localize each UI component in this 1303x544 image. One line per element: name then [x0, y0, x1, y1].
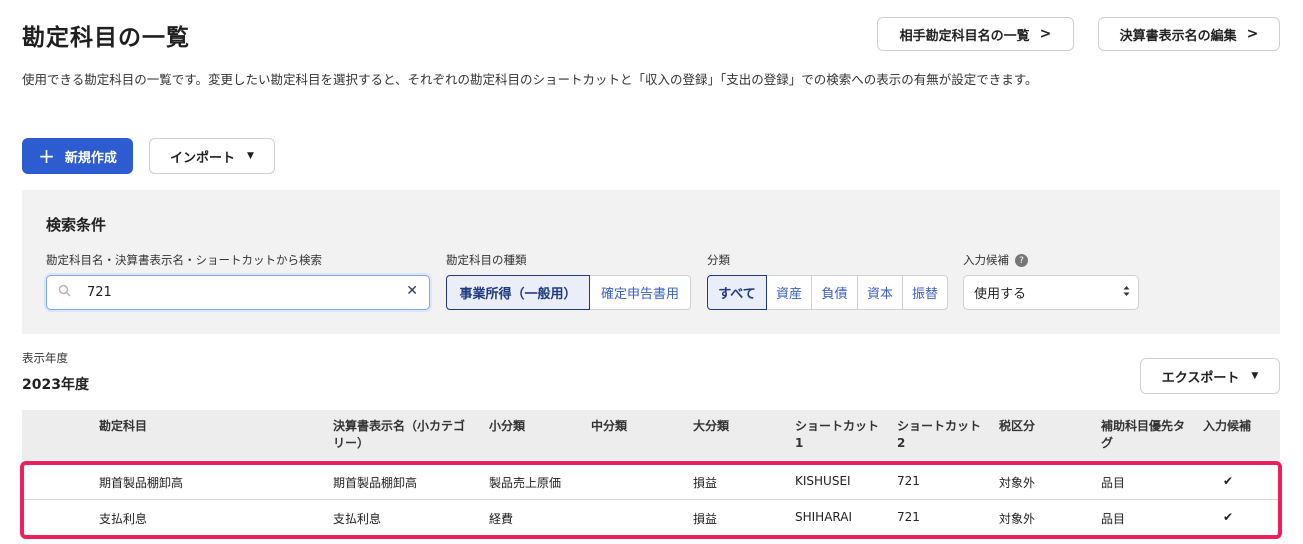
page-title: 勘定科目の一覧 — [22, 25, 190, 51]
export-label: エクスポート — [1161, 370, 1240, 386]
import-label: インポート — [170, 150, 236, 166]
category-option-all[interactable]: すべて — [707, 275, 767, 310]
category-option-assets[interactable]: 資産 — [766, 275, 812, 310]
column-header-shortcut1[interactable]: ショートカット1 — [795, 418, 881, 452]
table-header: 勘定科目 決算書表示名（小カテゴリー） 小分類 中分類 大分類 ショートカット1… — [22, 410, 1280, 460]
input-candidate-label-wrap: 入力候補? — [963, 252, 1028, 268]
column-header-tax[interactable]: 税区分 — [999, 418, 1035, 435]
account-type-label: 勘定科目の種類 — [446, 253, 527, 267]
display-year-value: 2023年度 — [22, 377, 89, 393]
caret-down-icon: ▼ — [1251, 371, 1259, 381]
account-type-option-tax-return[interactable]: 確定申告書用 — [589, 275, 691, 310]
keyword-search-input[interactable]: 721 ✕ — [46, 275, 430, 310]
input-candidate-select[interactable]: 使用する — [963, 275, 1139, 310]
column-header-shortcut2[interactable]: ショートカット2 — [897, 418, 983, 452]
new-create-label: 新規作成 — [64, 150, 117, 166]
category-segmented-control: すべて 資産 負債 資本 振替 — [707, 275, 948, 310]
partner-account-list-label: 相手勘定科目名の一覧 — [899, 28, 1030, 44]
search-icon — [58, 284, 71, 301]
edit-display-name-button[interactable]: 決算書表示名の編集 > — [1098, 17, 1280, 51]
column-header-display-name[interactable]: 決算書表示名（小カテゴリー） — [333, 418, 473, 452]
account-type-option-business[interactable]: 事業所得（一般用） — [446, 275, 590, 310]
keyword-search-label: 勘定科目名・決算書表示名・ショートカットから検索 — [46, 253, 322, 267]
clear-icon[interactable]: ✕ — [406, 283, 418, 299]
category-option-equity[interactable]: 資本 — [857, 275, 903, 310]
chevron-right-icon: > — [1039, 26, 1052, 42]
display-year-label: 表示年度 — [22, 351, 68, 365]
highlight-annotation-box — [20, 461, 1282, 539]
column-header-candidate[interactable]: 入力候補 — [1203, 418, 1251, 435]
search-panel-title: 検索条件 — [46, 216, 107, 234]
caret-down-icon: ▼ — [247, 151, 254, 161]
export-dropdown-button[interactable]: エクスポート ▼ — [1140, 358, 1280, 394]
import-dropdown-button[interactable]: インポート ▼ — [149, 138, 275, 174]
chevron-right-icon: > — [1246, 26, 1259, 42]
partner-account-list-button[interactable]: 相手勘定科目名の一覧 > — [877, 17, 1074, 51]
keyword-search-value: 721 — [87, 285, 112, 300]
plus-icon: + — [38, 144, 55, 168]
input-candidate-value: 使用する — [974, 287, 1027, 302]
new-create-button[interactable]: + 新規作成 — [22, 138, 133, 174]
column-header-small-category[interactable]: 小分類 — [489, 418, 525, 435]
input-candidate-label: 入力候補 — [963, 253, 1009, 267]
account-type-segmented-control: 事業所得（一般用） 確定申告書用 — [446, 275, 691, 310]
edit-display-name-label: 決算書表示名の編集 — [1119, 28, 1237, 44]
column-header-account[interactable]: 勘定科目 — [99, 418, 147, 435]
select-updown-icon — [1123, 285, 1130, 301]
category-option-transfer[interactable]: 振替 — [902, 275, 948, 310]
help-icon[interactable]: ? — [1015, 254, 1028, 267]
column-header-tag[interactable]: 補助科目優先タグ — [1101, 418, 1189, 452]
category-label: 分類 — [707, 253, 730, 267]
column-header-large-category[interactable]: 大分類 — [693, 418, 729, 435]
page-description: 使用できる勘定科目の一覧です。変更したい勘定科目を選択すると、それぞれの勘定科目… — [22, 72, 1038, 87]
category-option-liabilities[interactable]: 負債 — [811, 275, 858, 310]
column-header-medium-category[interactable]: 中分類 — [591, 418, 627, 435]
